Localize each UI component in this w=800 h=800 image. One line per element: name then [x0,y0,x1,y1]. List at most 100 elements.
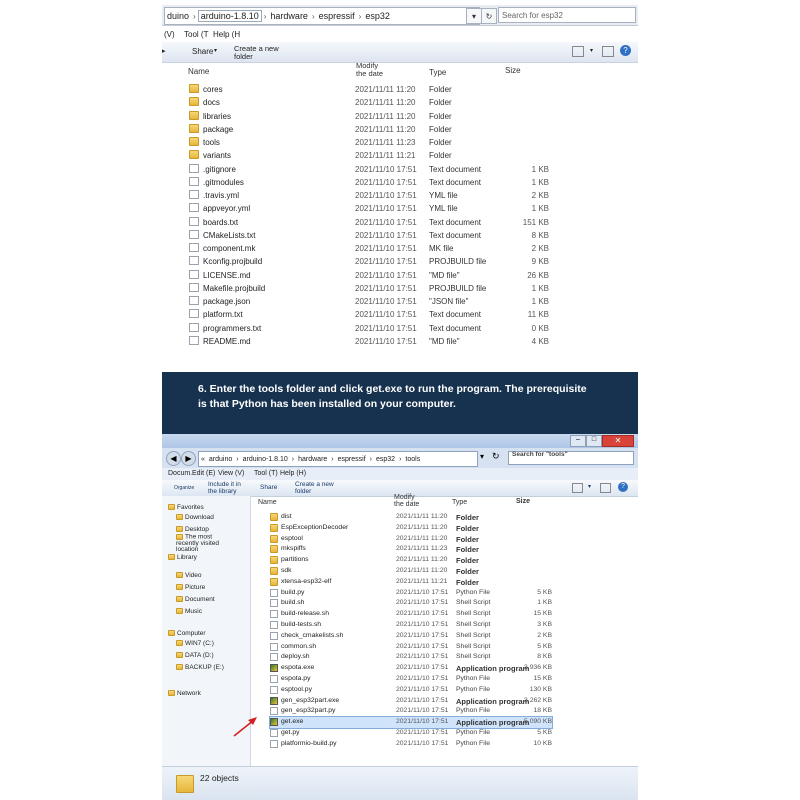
nav-item[interactable]: WIN7 (C:) [176,640,214,647]
breadcrumb-item[interactable]: esp32 [363,11,392,21]
file-row[interactable]: deploy.sh 2021/11/10 17:51 Shell Script 8 K… [270,652,552,663]
breadcrumb[interactable]: « arduino › arduino-1.8.10 › hardware › esp… [198,451,478,467]
column-size[interactable]: Size [505,66,521,75]
file-row[interactable]: LICENSE.md 2021/11/10 17:51 "MD file" 26 KB [189,269,549,282]
file-row[interactable]: gen_esp32part.exe 2021/11/10 17:51 Applica… [270,696,552,707]
breadcrumb[interactable]: duino › arduino-1.8.10 › hardware › espr… [164,7,480,25]
file-row[interactable]: variants 2021/11/11 11:21 Folder [189,149,549,162]
nav-item[interactable]: Computer [168,630,206,637]
share-button[interactable]: Share [260,484,277,491]
view-options-icon[interactable] [572,483,583,493]
dropdown-icon[interactable]: ▾ [480,452,484,461]
file-row[interactable]: package 2021/11/11 11:20 Folder [189,123,549,136]
file-row[interactable]: gen_esp32part.py 2021/11/10 17:51 Python F… [270,706,552,717]
breadcrumb-prefix[interactable]: duino [165,11,191,21]
file-row[interactable]: build-release.sh 2021/11/10 17:51 Shell Sc… [270,609,552,620]
file-row[interactable]: espota.py 2021/11/10 17:51 Python File 15 K… [270,674,552,685]
column-name[interactable]: Name [188,67,209,76]
menu-edit[interactable]: Edit (E) [192,470,215,477]
menu-tool[interactable]: Tool (T [184,30,208,39]
nav-item[interactable]: Document [176,596,215,603]
dropdown-icon[interactable]: ▾ [466,8,482,24]
view-options-icon[interactable] [572,46,584,57]
nav-item[interactable]: Library [168,554,197,561]
file-row[interactable]: EspExceptionDecoder 2021/11/11 11:20 Folde… [270,523,552,534]
nav-item[interactable]: Network [168,690,201,697]
search-input[interactable]: Search for esp32 [498,7,636,23]
new-folder-button[interactable]: Create a new folder [234,45,284,61]
file-row[interactable]: espota.exe 2021/11/10 17:51 Application pr… [270,663,552,674]
nav-item[interactable]: Desktop [176,526,209,533]
breadcrumb-item[interactable]: hardware [296,456,329,463]
file-row[interactable]: .gitignore 2021/11/10 17:51 Text document 1… [189,163,549,176]
chevron-down-icon[interactable]: ▾ [590,47,593,54]
breadcrumb-item[interactable]: hardware [268,11,310,21]
file-row[interactable]: esptool 2021/11/11 11:20 Folder [270,534,552,545]
menu-tool[interactable]: Tool (T) [254,470,278,477]
share-button[interactable]: Share [192,47,213,56]
minimize-icon[interactable]: – [570,435,586,447]
menu-view[interactable]: View (V) [218,470,244,477]
file-row[interactable]: get.py 2021/11/10 17:51 Python File 5 KB [270,728,552,739]
menu-help[interactable]: Help (H [213,30,240,39]
maximize-icon[interactable]: □ [586,435,602,447]
file-row[interactable]: build.sh 2021/11/10 17:51 Shell Script 1 KB [270,598,552,609]
file-row[interactable]: docs 2021/11/11 11:20 Folder [189,96,549,109]
menu-view[interactable]: (V) [164,30,175,39]
close-icon[interactable]: ✕ [602,435,634,447]
include-library-button[interactable]: Include it in the library [208,481,248,495]
nav-item[interactable]: Video [176,572,202,579]
breadcrumb-item[interactable]: espressif [317,11,357,21]
file-row[interactable]: component.mk 2021/11/10 17:51 MK file 2 KB [189,242,549,255]
file-row[interactable]: platformio-build.py 2021/11/10 17:51 Pytho… [270,739,552,750]
nav-item[interactable]: The most recently visited location [176,534,236,553]
file-row[interactable]: check_cmakelists.sh 2021/11/10 17:51 Shell… [270,631,552,642]
nav-item[interactable]: Picture [176,584,205,591]
file-row[interactable]: .gitmodules 2021/11/10 17:51 Text document… [189,176,549,189]
breadcrumb-item[interactable]: arduino-1.8.10 [241,456,290,463]
nav-item[interactable]: BACKUP (E:) [176,664,224,671]
preview-pane-icon[interactable] [602,46,614,57]
preview-pane-icon[interactable] [600,483,611,493]
search-input[interactable]: Search for "tools" [508,451,634,465]
file-row[interactable]: Kconfig.projbuild 2021/11/10 17:51 PROJBUI… [189,255,549,268]
menu-help[interactable]: Help (H) [280,470,306,477]
play-icon[interactable]: ▸ [162,47,166,55]
new-folder-button[interactable]: Create a new folder [295,481,335,495]
file-row[interactable]: README.md 2021/11/10 17:51 "MD file" 4 KB [189,335,549,348]
file-row[interactable]: tools 2021/11/11 11:23 Folder [189,136,549,149]
file-row[interactable]: sdk 2021/11/11 11:20 Folder [270,566,552,577]
back-icon[interactable]: ◀ [166,451,181,466]
organize-button[interactable]: Organize [174,485,194,491]
file-row[interactable]: programmers.txt 2021/11/10 17:51 Text docu… [189,322,549,335]
nav-item[interactable]: Music [176,608,202,615]
nav-item[interactable]: DATA (D:) [176,652,214,659]
refresh-icon[interactable]: ↻ [481,8,497,24]
file-row[interactable]: appveyor.yml 2021/11/10 17:51 YML file 1 KB [189,202,549,215]
file-row[interactable]: cores 2021/11/11 11:20 Folder [189,83,549,96]
file-row[interactable]: .travis.yml 2021/11/10 17:51 YML file 2 KB [189,189,549,202]
file-row[interactable]: package.json 2021/11/10 17:51 "JSON file" 1… [189,295,549,308]
help-icon[interactable]: ? [618,482,628,492]
refresh-icon[interactable]: ↻ [492,451,500,462]
column-size[interactable]: Size [516,498,530,505]
file-row[interactable]: libraries 2021/11/11 11:20 Folder [189,110,549,123]
chevron-down-icon[interactable]: ▾ [588,483,591,490]
breadcrumb-item[interactable]: espressif [336,456,368,463]
breadcrumb-item[interactable]: esp32 [374,456,397,463]
breadcrumb-item[interactable]: tools [403,456,422,463]
column-name[interactable]: Name [258,499,277,506]
column-modified[interactable]: Modify the date [356,62,390,78]
column-type[interactable]: Type [452,499,467,506]
file-row[interactable]: platform.txt 2021/11/10 17:51 Text documen… [189,308,549,321]
file-row[interactable]: Makefile.projbuild 2021/11/10 17:51 PROJBU… [189,282,549,295]
file-row[interactable]: partitions 2021/11/11 11:20 Folder [270,555,552,566]
file-row[interactable]: CMakeLists.txt 2021/11/10 17:51 Text docum… [189,229,549,242]
file-row[interactable]: mkspiffs 2021/11/11 11:23 Folder [270,544,552,555]
column-modified[interactable]: Modify the date [394,494,426,508]
file-row[interactable]: build-tests.sh 2021/11/10 17:51 Shell Scri… [270,620,552,631]
nav-item[interactable]: Download [176,514,214,521]
file-row[interactable]: xtensa-esp32-elf 2021/11/11 11:21 Folder [270,577,552,588]
nav-item[interactable]: Favorites [168,504,204,511]
file-row-selected[interactable]: get.exe 2021/11/10 17:51 Application progr… [269,716,553,729]
